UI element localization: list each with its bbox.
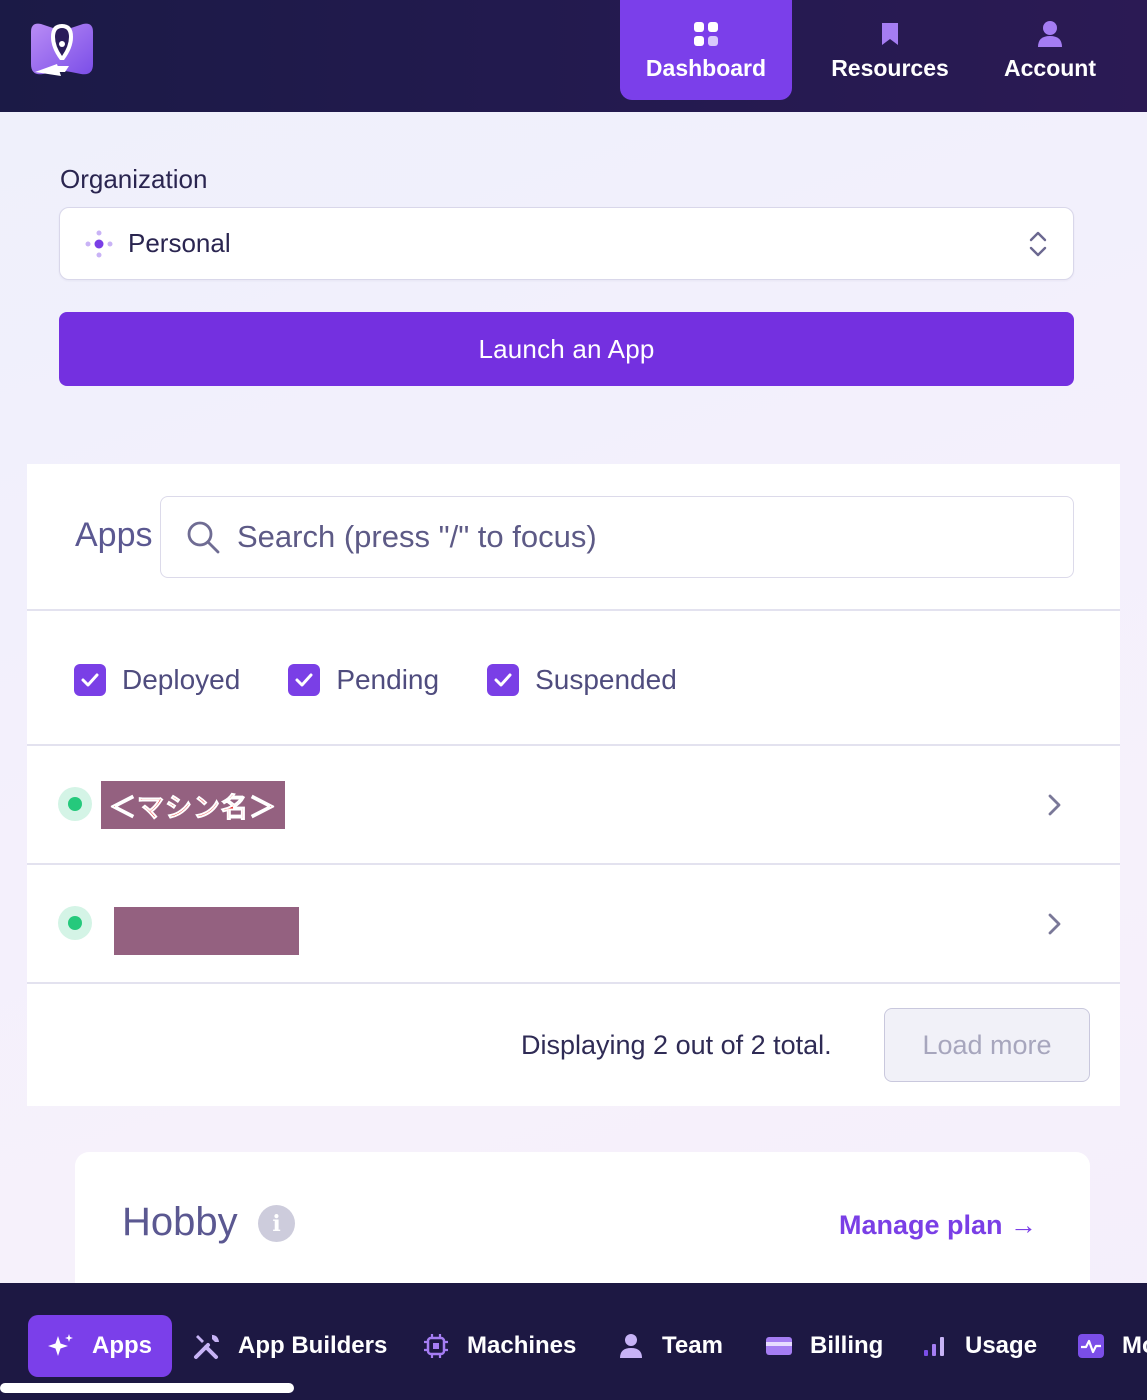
tools-icon bbox=[192, 1331, 222, 1361]
manage-plan-link[interactable]: Manage plan → bbox=[839, 1210, 1037, 1241]
chevron-up-down-icon bbox=[1029, 231, 1047, 257]
checkbox-suspended[interactable] bbox=[487, 664, 520, 696]
tab-machines[interactable]: Machines bbox=[403, 1315, 594, 1377]
sparkle-icon bbox=[46, 1331, 76, 1361]
fly-balloon-logo-icon[interactable] bbox=[27, 20, 97, 78]
organization-select[interactable]: Personal bbox=[59, 207, 1074, 280]
tab-app-builders[interactable]: App Builders bbox=[174, 1315, 405, 1377]
check-icon bbox=[295, 673, 313, 687]
nav-resources[interactable]: Resources bbox=[812, 0, 968, 100]
app-name-label: ＜マシン名＞ bbox=[109, 792, 277, 824]
apps-search[interactable] bbox=[160, 496, 1074, 578]
filter-deployed-label: Deployed bbox=[122, 664, 241, 695]
tab-monitoring[interactable]: Mo bbox=[1058, 1315, 1147, 1377]
filter-suspended-label: Suspended bbox=[535, 664, 677, 695]
filter-suspended[interactable]: Suspended bbox=[487, 664, 677, 696]
tab-monitoring-label: Mo bbox=[1122, 1332, 1147, 1359]
tab-team[interactable]: Team bbox=[598, 1315, 741, 1377]
nav-dashboard-label: Dashboard bbox=[645, 54, 767, 81]
bookmark-icon bbox=[880, 19, 900, 49]
search-icon bbox=[187, 521, 220, 554]
tab-usage[interactable]: Usage bbox=[901, 1315, 1055, 1377]
check-icon bbox=[494, 673, 512, 687]
nav-account-label: Account bbox=[1004, 54, 1096, 81]
pagination-summary: Displaying 2 out of 2 total. bbox=[521, 1030, 832, 1060]
load-more-button[interactable]: Load more bbox=[884, 1008, 1090, 1082]
chip-icon bbox=[421, 1331, 451, 1361]
check-icon bbox=[81, 673, 99, 687]
status-deployed-dot bbox=[58, 787, 92, 821]
organization-selected-value: Personal bbox=[128, 228, 231, 258]
nav-resources-label: Resources bbox=[831, 54, 949, 81]
tab-app-builders-label: App Builders bbox=[238, 1332, 388, 1359]
tab-apps-label: Apps bbox=[92, 1332, 152, 1359]
organization-label: Organization bbox=[60, 164, 208, 194]
tab-team-label: Team bbox=[662, 1332, 723, 1359]
app-name: ＜マシン名＞ bbox=[101, 781, 285, 829]
home-indicator bbox=[0, 1383, 294, 1393]
chevron-right-icon bbox=[1048, 794, 1061, 816]
tab-usage-label: Usage bbox=[965, 1332, 1038, 1359]
checkbox-deployed[interactable] bbox=[74, 664, 106, 696]
plan-title: Hobby bbox=[122, 1200, 238, 1244]
grid-icon bbox=[693, 19, 719, 49]
tab-machines-label: Machines bbox=[467, 1332, 577, 1359]
divider bbox=[27, 982, 1120, 984]
app-row[interactable] bbox=[27, 865, 1120, 983]
organization-dots-icon bbox=[85, 230, 113, 257]
status-deployed-dot bbox=[58, 906, 92, 940]
search-input[interactable] bbox=[237, 519, 1057, 555]
card-icon bbox=[764, 1331, 794, 1361]
bar-chart-icon bbox=[919, 1331, 949, 1361]
nav-account[interactable]: Account bbox=[986, 0, 1114, 100]
filter-pending-label: Pending bbox=[336, 664, 440, 695]
divider bbox=[27, 609, 1120, 611]
filter-pending[interactable]: Pending bbox=[288, 664, 439, 696]
app-row[interactable]: ＜マシン名＞ bbox=[27, 746, 1120, 864]
activity-icon bbox=[1076, 1331, 1106, 1361]
app-name-redacted bbox=[114, 907, 299, 955]
apps-title: Apps bbox=[75, 516, 153, 554]
chevron-right-icon bbox=[1048, 913, 1061, 935]
info-icon[interactable]: i bbox=[258, 1205, 295, 1242]
status-filters: Deployed Pending Suspended bbox=[74, 660, 725, 700]
user-icon bbox=[1037, 19, 1063, 49]
launch-app-button[interactable]: Launch an App bbox=[59, 312, 1074, 386]
nav-dashboard[interactable]: Dashboard bbox=[620, 0, 792, 100]
tab-billing[interactable]: Billing bbox=[746, 1315, 901, 1377]
apps-card: Apps Deployed Pending Suspended bbox=[27, 464, 1120, 1106]
tab-billing-label: Billing bbox=[810, 1332, 884, 1359]
top-navigation: Dashboard Resources Account bbox=[0, 0, 1147, 112]
tab-apps[interactable]: Apps bbox=[28, 1315, 172, 1377]
filter-deployed[interactable]: Deployed bbox=[74, 664, 240, 696]
user-icon bbox=[616, 1331, 646, 1361]
checkbox-pending[interactable] bbox=[288, 664, 321, 696]
